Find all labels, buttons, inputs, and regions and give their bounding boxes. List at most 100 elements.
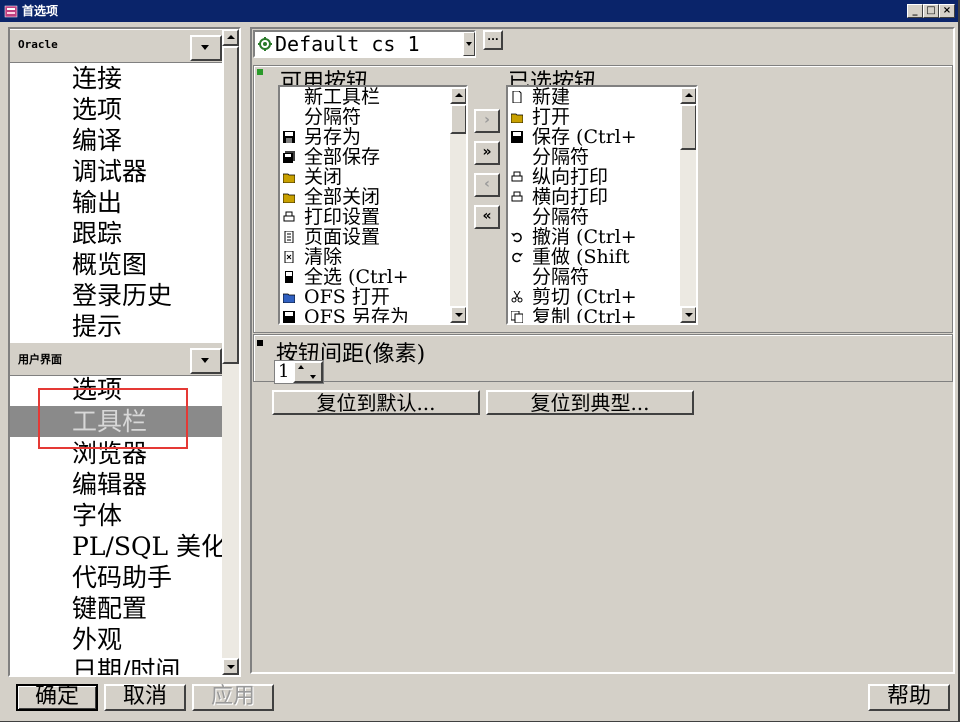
tree-item-plsql-beautifier[interactable]: PL/SQL 美化 [10, 531, 222, 562]
list-item[interactable]: 页面设置 [280, 227, 450, 247]
list-item[interactable]: 分隔符 [280, 107, 450, 127]
open-icon [283, 293, 295, 303]
available-list-scrollbar[interactable] [450, 87, 466, 323]
select-all-icon [285, 271, 293, 283]
tree-item-output[interactable]: 输出 [10, 187, 222, 218]
folder-icon [283, 173, 295, 183]
tree-item-key-config[interactable]: 键配置 [10, 593, 222, 624]
tree-item-options[interactable]: 选项 [10, 94, 222, 125]
spacing-value: 1 [278, 361, 290, 382]
remove-button[interactable]: ‹ [474, 173, 500, 197]
list-item[interactable]: 全部保存 [280, 147, 450, 167]
tree-scrollbar[interactable] [222, 29, 239, 675]
group-indicator-icon [257, 69, 263, 75]
spacing-spinner[interactable]: 1 [274, 360, 324, 384]
tree-item-connection[interactable]: 连接 [10, 63, 222, 94]
apply-button[interactable]: 应用 [192, 684, 274, 711]
save-icon [283, 131, 295, 143]
tree-item-appearance[interactable]: 外观 [10, 624, 222, 655]
copy-icon [511, 311, 523, 323]
list-item[interactable]: 撤消 (Ctrl+ [508, 227, 680, 247]
list-item[interactable]: OFS 另存为 [280, 307, 450, 323]
remove-all-button[interactable]: « [474, 205, 500, 229]
scroll-up-button[interactable] [450, 87, 466, 104]
selected-list-scrollbar[interactable] [680, 87, 696, 323]
new-icon [512, 91, 522, 103]
scroll-thumb[interactable] [222, 46, 239, 364]
list-item[interactable]: 新建 [508, 87, 680, 107]
list-item[interactable]: 横向打印 [508, 187, 680, 207]
list-item[interactable]: 新工具栏 [280, 87, 450, 107]
list-item[interactable]: 重做 (Shift [508, 247, 680, 267]
list-item[interactable]: 分隔符 [508, 267, 680, 287]
scroll-thumb[interactable] [450, 104, 466, 134]
arrow-down-icon [310, 375, 316, 379]
section-collapse-button[interactable] [190, 348, 222, 374]
window-title: 首选项 [22, 4, 59, 18]
settings-file-dropdown-button[interactable] [463, 32, 475, 56]
save-icon [283, 311, 295, 323]
close-icon: × [942, 5, 952, 16]
undo-icon [511, 232, 522, 243]
list-item[interactable]: 打开 [508, 107, 680, 127]
spacing-stepper-buttons[interactable] [293, 361, 323, 383]
tree-item-date-time[interactable]: 日期/时间 [10, 655, 222, 675]
print-icon [511, 171, 523, 182]
list-item[interactable]: 另存为 [280, 127, 450, 147]
list-item[interactable]: 分隔符 [508, 207, 680, 227]
list-item[interactable]: 剪切 (Ctrl+ [508, 287, 680, 307]
minimize-icon: _ [912, 5, 918, 16]
available-buttons-list[interactable]: 新工具栏 分隔符 另存为 全部保存 关闭 全部关闭 打印设置 页面设置 清除 全… [278, 85, 468, 325]
add-all-button[interactable]: » [474, 141, 500, 165]
cancel-button[interactable]: 取消 [104, 684, 186, 711]
tree-item-hints[interactable]: 提示 [10, 311, 222, 342]
tree-item-login-history[interactable]: 登录历史 [10, 280, 222, 311]
list-item[interactable]: 分隔符 [508, 147, 680, 167]
tree-item-editor[interactable]: 编辑器 [10, 469, 222, 500]
list-item[interactable]: 复制 (Ctrl+ [508, 307, 680, 323]
title-bar[interactable]: 首选项 _ □ × [0, 0, 958, 22]
annotation-highlight-box [38, 388, 188, 449]
chevron-down-icon [201, 358, 209, 363]
close-button[interactable]: × [939, 4, 955, 18]
list-item[interactable]: 打印设置 [280, 207, 450, 227]
minimize-button[interactable]: _ [907, 4, 923, 18]
reset-to-typical-button[interactable]: 复位到典型... [486, 390, 694, 415]
list-item[interactable]: 保存 (Ctrl+ [508, 127, 680, 147]
list-item[interactable]: OFS 打开 [280, 287, 450, 307]
list-item[interactable]: 纵向打印 [508, 167, 680, 187]
selected-buttons-list[interactable]: 新建 打开 保存 (Ctrl+ 分隔符 纵向打印 横向打印 分隔符 撤消 (Ct… [506, 85, 698, 325]
list-item[interactable]: 清除 [280, 247, 450, 267]
settings-file-browse-button[interactable]: ... [483, 30, 503, 50]
scroll-down-button[interactable] [680, 306, 696, 323]
section-collapse-button[interactable] [190, 35, 222, 61]
arrow-down-icon [455, 313, 463, 317]
scroll-down-button[interactable] [450, 306, 466, 323]
scroll-up-button[interactable] [222, 29, 239, 46]
ok-button[interactable]: 确定 [16, 684, 98, 711]
scroll-down-button[interactable] [222, 658, 239, 675]
list-item[interactable]: 关闭 [280, 167, 450, 187]
section-header-user-interface[interactable]: 用户界面 [10, 342, 222, 376]
tree-item-font[interactable]: 字体 [10, 500, 222, 531]
arrow-up-icon [455, 93, 463, 97]
list-item[interactable]: 全选 (Ctrl+ [280, 267, 450, 287]
section-header-oracle[interactable]: Oracle [10, 29, 222, 63]
add-button[interactable]: › [474, 109, 500, 133]
reset-to-default-button[interactable]: 复位到默认... [272, 390, 480, 415]
tree-item-compile[interactable]: 编译 [10, 125, 222, 156]
maximize-button[interactable]: □ [923, 4, 939, 18]
arrow-up-icon [685, 93, 693, 97]
tree-item-overview[interactable]: 概览图 [10, 249, 222, 280]
scroll-thumb[interactable] [680, 104, 696, 150]
tree-item-code-assistant[interactable]: 代码助手 [10, 562, 222, 593]
tree-item-debugger[interactable]: 调试器 [10, 156, 222, 187]
scroll-up-button[interactable] [680, 87, 696, 104]
cut-icon [511, 291, 523, 303]
group-indicator-icon [257, 340, 263, 346]
settings-file-select[interactable]: Default cs 1 [253, 30, 476, 58]
settings-file-value: Default cs 1 [275, 32, 420, 56]
help-button[interactable]: 帮助 [868, 684, 950, 711]
tree-item-trace[interactable]: 跟踪 [10, 218, 222, 249]
list-item[interactable]: 全部关闭 [280, 187, 450, 207]
